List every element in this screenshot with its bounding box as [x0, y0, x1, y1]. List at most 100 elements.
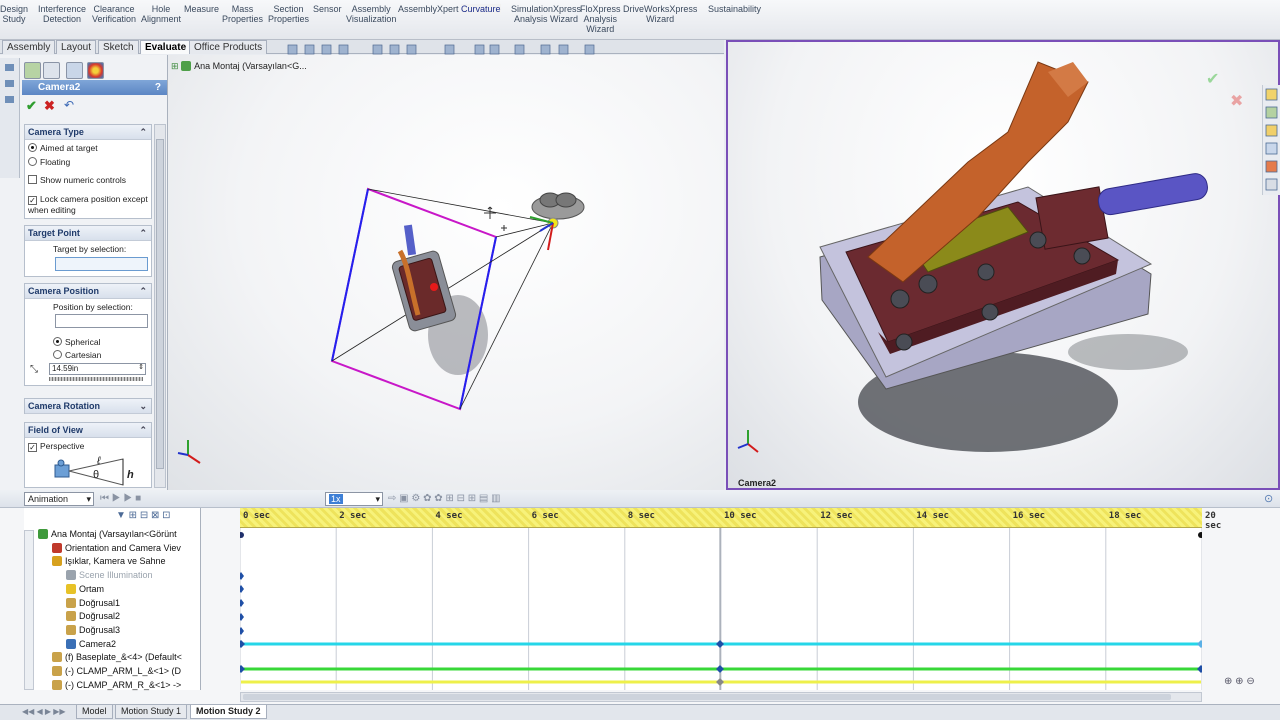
study-type-select[interactable]: Animation ▾ [24, 492, 94, 506]
display-manager-tab-icon[interactable] [87, 62, 104, 79]
tree-item-label: Doğrusal2 [79, 611, 121, 622]
time-tick-label: 6 sec [531, 511, 559, 521]
position-selection-box[interactable] [55, 314, 148, 328]
tree-item-icon [52, 652, 62, 663]
target-by-selection-label: Target by selection: [53, 244, 127, 254]
ribbon-interference-detection-button[interactable]: Interference Detection [38, 4, 86, 24]
tree-item[interactable]: Işıklar, Kamera ve Sahne [52, 556, 166, 567]
svg-text:✖: ✖ [1230, 91, 1243, 110]
tree-item-label: Işıklar, Kamera ve Sahne [65, 556, 166, 567]
ribbon-sensor-button[interactable]: Sensor [313, 4, 342, 14]
keyframe-markers [238, 572, 244, 635]
checkbox-perspective[interactable]: ✓ Perspective [28, 441, 84, 452]
distance-slider[interactable] [49, 377, 143, 381]
main-viewport[interactable]: ⊞ Ana Montaj (Varsayılan<G... [168, 55, 724, 490]
tab-motion-study-2[interactable]: Motion Study 2 [190, 705, 267, 719]
zoom-icons[interactable]: ⊕ ⊕ ⊖ [1224, 676, 1278, 690]
camera-glyph [529, 192, 585, 251]
distance-input[interactable]: 14.59in ⇕ [49, 363, 146, 375]
tree-item-icon [66, 611, 76, 622]
tab-sketch[interactable]: Sketch [98, 40, 139, 54]
fov-angle-label: θ [93, 469, 100, 481]
tree-item[interactable]: Camera2 [66, 638, 117, 649]
ribbon-assembly-visualization-button[interactable]: Assembly Visualization [346, 4, 396, 24]
tab-scroll-arrows[interactable]: ◀◀ ◀ ▶ ▶▶ [22, 707, 72, 717]
tree-filter-icons[interactable]: ▼ ⊞ ⊟ ⊠ ⊡ [116, 510, 200, 524]
tab-motion-study-1[interactable]: Motion Study 1 [115, 705, 188, 719]
time-tick-label: 12 sec [820, 511, 853, 521]
ribbon-mass-properties-button[interactable]: Mass Properties [222, 4, 263, 24]
group-camera-rotation: Camera Rotation ⌄ [24, 398, 152, 414]
tree-item[interactable]: Ana Montaj (Varsayılan<Görünt [38, 529, 177, 539]
motion-feature-tree: ▼ ⊞ ⊟ ⊠ ⊡ Ana Montaj (Varsayılan<Görünt O… [24, 508, 201, 690]
playback-controls[interactable]: ⏮ ▶ ▶ ■ [100, 493, 170, 505]
group-field-of-view: Field of View ⌃ ✓ Perspective ℓ θ h [24, 422, 152, 488]
cancel-x-icon[interactable]: ✖ [44, 98, 55, 114]
tree-item[interactable]: Scene Illumination [66, 570, 153, 581]
timeline-scrollbar[interactable] [240, 692, 1202, 702]
tab-evaluate[interactable]: Evaluate [140, 40, 192, 54]
configuration-tab-icon[interactable] [66, 62, 83, 79]
ribbon-simulationxpress-analysis-wizard-button[interactable]: SimulationXpress Analysis Wizard [511, 4, 581, 24]
time-tick-label: 20 sec [1205, 511, 1222, 531]
tab-assembly[interactable]: Assembly [2, 40, 56, 54]
ribbon-assemblyxpert-button[interactable]: AssemblyXpert [398, 4, 459, 14]
pm-scrollbar[interactable] [154, 124, 166, 488]
ribbon-sustainability-button[interactable]: Sustainability [708, 4, 761, 14]
help-icon[interactable]: ? [155, 80, 161, 95]
command-manager-ribbon: Design Study Interference Detection Cleara… [0, 0, 1280, 40]
tree-item-icon [52, 542, 62, 553]
tree-item[interactable]: (f) Baseplate_&<4> (Default< [52, 652, 182, 663]
time-tick-label: 10 sec [724, 511, 757, 521]
tree-item[interactable]: Doğrusal1 [66, 597, 121, 608]
ribbon-driveworksxpress-wizard-button[interactable]: DriveWorksXpress Wizard [623, 4, 697, 24]
fov-height-label: h [127, 469, 134, 481]
checkbox-lock-position[interactable]: ✓ Lock camera position except when editin… [28, 194, 148, 215]
motion-tools[interactable]: ⇨ ▣ ⚙ ✿ ✿ ⊞ ⊟ ⊞ ▤ ▥ [388, 493, 588, 505]
radio-spherical[interactable]: Spherical [53, 337, 100, 347]
ribbon-section-properties-button[interactable]: Section Properties [268, 4, 309, 24]
radio-aimed-at-target[interactable]: Aimed at target [28, 143, 98, 153]
ribbon-floxpress-analysis-wizard-button[interactable]: FloXpress Analysis Wizard [580, 4, 621, 34]
tab-model[interactable]: Model [76, 705, 113, 719]
tree-item-label: (f) Baseplate_&<4> (Default< [65, 652, 182, 663]
tree-item[interactable]: Doğrusal2 [66, 611, 121, 622]
radio-cartesian[interactable]: Cartesian [53, 350, 101, 360]
group-header[interactable]: Field of View ⌃ [25, 423, 151, 438]
tree-item[interactable]: (-) CLAMP_ARM_R_&<1> -> [52, 679, 182, 690]
timeline-grid[interactable] [237, 528, 1205, 690]
ribbon-measure-button[interactable]: Measure [184, 4, 219, 14]
camera-viewport[interactable]: ✔ ✖ Camera2 [726, 40, 1280, 490]
tree-item[interactable]: (-) CLAMP_ARM_L_&<1> (D [52, 666, 181, 676]
fov-diagram: ℓ θ h [53, 455, 137, 487]
feature-tree-tab-icon[interactable] [24, 62, 41, 79]
tab-layout[interactable]: Layout [56, 40, 97, 54]
group-header[interactable]: Camera Position ⌃ [25, 284, 151, 299]
target-selection-box[interactable] [55, 257, 148, 271]
group-header[interactable]: Camera Type ⌃ [25, 125, 151, 140]
tree-item-label: (-) CLAMP_ARM_R_&<1> -> [65, 679, 182, 690]
collapse-icon[interactable]: ⊙ [1264, 492, 1273, 505]
tree-item[interactable]: Doğrusal3 [66, 624, 120, 635]
ok-check-icon[interactable]: ✔ [26, 98, 37, 114]
pm-title: Camera2 [38, 82, 81, 93]
tree-item[interactable]: Orientation and Camera Viev [52, 542, 181, 553]
playback-speed-select[interactable]: 1x ▾ [325, 492, 383, 506]
ribbon-curvature-button[interactable]: Curvature [461, 4, 501, 14]
tree-item-label: Camera2 [79, 638, 117, 649]
undo-icon[interactable]: ↶ [64, 98, 74, 112]
radio-floating[interactable]: Floating [28, 157, 70, 167]
ribbon-clearance-verification-button[interactable]: Clearance Verification [92, 4, 136, 24]
tree-item-label: Doğrusal1 [79, 597, 121, 608]
property-manager-tab-icon[interactable] [43, 62, 60, 79]
group-header[interactable]: Target Point ⌃ [25, 226, 151, 241]
tree-item-label: Ana Montaj (Varsayılan<Görünt [51, 529, 177, 539]
time-ruler[interactable]: 0 sec 2 sec 4 sec 6 sec 8 sec 10 sec 12 sec 14 … [240, 508, 1221, 531]
tab-office-products[interactable]: Office Products [189, 40, 268, 54]
tree-scrollbar[interactable] [24, 530, 34, 690]
ribbon-design-study-button[interactable]: Design Study [0, 4, 28, 24]
group-header[interactable]: Camera Rotation ⌄ [25, 399, 151, 414]
tree-item[interactable]: Ortam [66, 583, 104, 594]
checkbox-show-numeric[interactable]: Show numeric controls [28, 175, 126, 185]
ribbon-hole-alignment-button[interactable]: Hole Alignment [141, 4, 181, 24]
